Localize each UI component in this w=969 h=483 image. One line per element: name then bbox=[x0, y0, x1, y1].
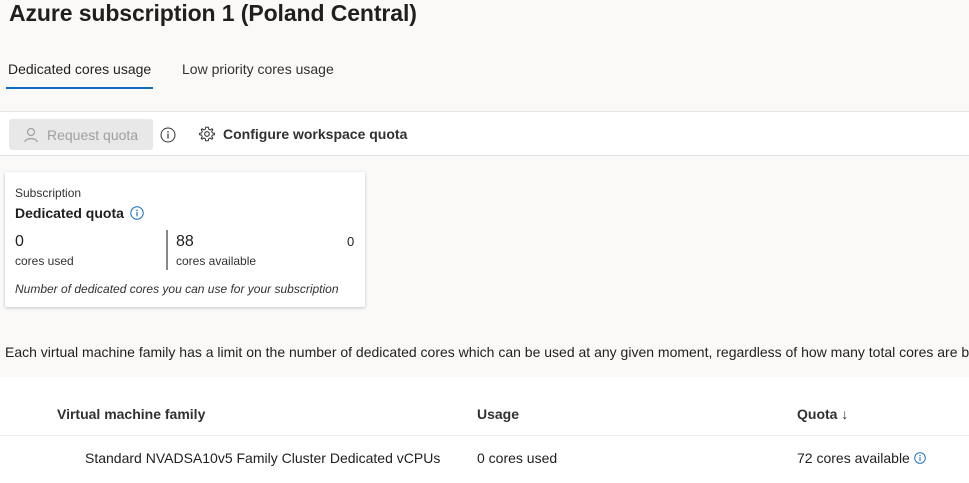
vertical-divider bbox=[166, 230, 168, 270]
cores-used-value: 0 bbox=[15, 233, 24, 250]
request-quota-button[interactable]: Request quota bbox=[9, 119, 153, 150]
cores-available-label: cores available bbox=[176, 254, 257, 268]
quota-table: Virtual machine family Usage Quota ↓ Sta… bbox=[0, 377, 969, 483]
card-title-text: Dedicated quota bbox=[15, 205, 124, 221]
cell-quota-text: 72 cores available bbox=[797, 450, 910, 466]
dedicated-quota-card: Subscription Dedicated quota 0 cores use… bbox=[5, 172, 365, 307]
card-subtitle: Subscription bbox=[15, 186, 82, 200]
row-separator bbox=[0, 435, 969, 436]
description-text: Each virtual machine family has a limit … bbox=[5, 344, 969, 360]
extra-value: 0 bbox=[347, 234, 355, 249]
active-tab-underline bbox=[6, 87, 153, 89]
info-icon[interactable] bbox=[160, 127, 176, 143]
card-title: Dedicated quota bbox=[15, 205, 144, 221]
cell-quota: 72 cores available bbox=[797, 450, 926, 466]
column-header-quota[interactable]: Quota ↓ bbox=[797, 406, 848, 422]
column-header-usage[interactable]: Usage bbox=[477, 406, 519, 422]
person-icon bbox=[24, 127, 38, 142]
tab-low-priority-cores-usage[interactable]: Low priority cores usage bbox=[182, 61, 334, 77]
info-icon[interactable] bbox=[914, 452, 926, 464]
configure-workspace-quota-label: Configure workspace quota bbox=[223, 126, 408, 142]
configure-workspace-quota-button[interactable]: Configure workspace quota bbox=[199, 126, 407, 142]
cores-used-label: cores used bbox=[15, 254, 74, 268]
tab-dedicated-cores-usage[interactable]: Dedicated cores usage bbox=[8, 61, 151, 77]
gear-icon bbox=[199, 126, 215, 142]
cell-usage: 0 cores used bbox=[477, 450, 558, 466]
toolbar: Request quota Configure workspace quota bbox=[0, 111, 969, 156]
page-title: Azure subscription 1 (Poland Central) bbox=[9, 0, 417, 26]
info-icon[interactable] bbox=[130, 206, 144, 220]
cell-family: Standard NVADSA10v5 Family Cluster Dedic… bbox=[85, 450, 441, 466]
cores-available-value: 88 bbox=[176, 233, 194, 250]
request-quota-label: Request quota bbox=[47, 126, 139, 143]
card-note: Number of dedicated cores you can use fo… bbox=[15, 282, 339, 296]
column-header-family[interactable]: Virtual machine family bbox=[57, 406, 205, 422]
